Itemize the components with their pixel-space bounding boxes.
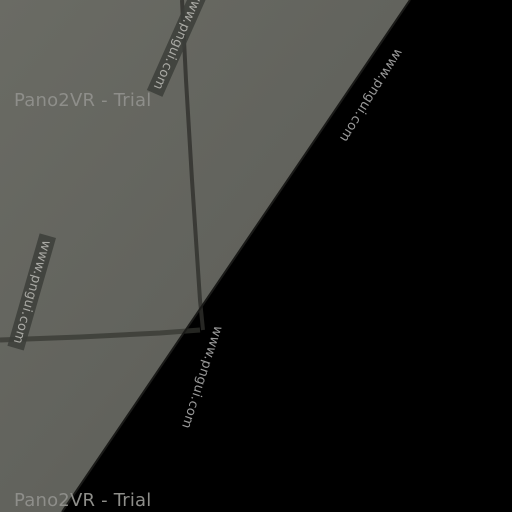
wall-surface bbox=[0, 0, 410, 512]
trial-label: Pano2VR - Trial bbox=[14, 490, 152, 511]
trial-label: Pano2VR - Trial bbox=[14, 90, 152, 111]
panorama-image[interactable] bbox=[0, 0, 512, 512]
panorama-viewer[interactable]: Pano2VR - Trial Pano2VR - Trial www.pngu… bbox=[0, 0, 512, 512]
